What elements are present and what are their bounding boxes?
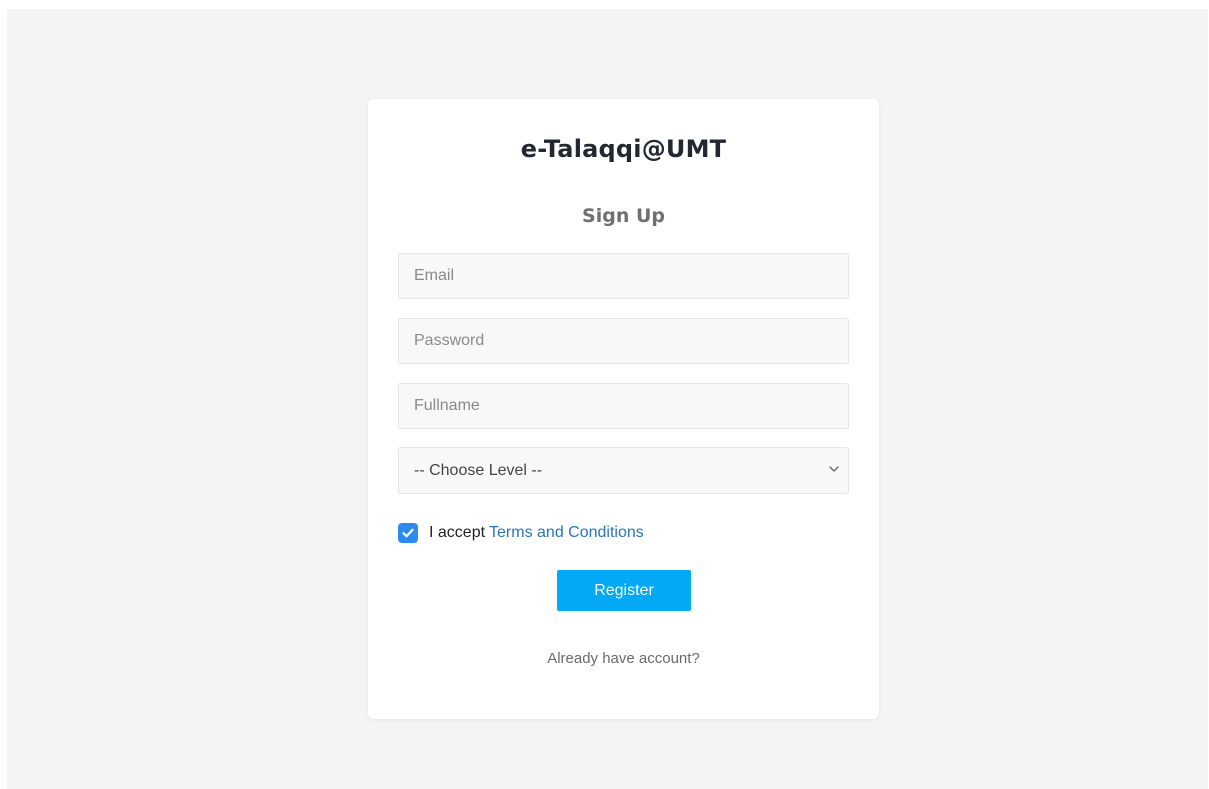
check-icon xyxy=(402,528,414,538)
password-input[interactable] xyxy=(398,318,849,364)
app-title: e-Talaqqi@UMT xyxy=(520,135,727,163)
form-heading: Sign Up xyxy=(582,205,665,227)
register-button[interactable]: Register xyxy=(557,570,691,611)
terms-checkbox[interactable] xyxy=(398,523,418,543)
terms-prefix: I accept xyxy=(429,524,486,541)
login-link[interactable]: Already have account? xyxy=(368,650,879,667)
page-background: e-Talaqqi@UMT Sign Up -- Choose Level --… xyxy=(7,9,1208,789)
chevron-down-icon xyxy=(829,466,839,472)
fullname-input[interactable] xyxy=(398,383,849,429)
email-input[interactable] xyxy=(398,253,849,299)
terms-link[interactable]: Terms and Conditions xyxy=(489,524,644,542)
terms-row: I accept Terms and Conditions xyxy=(398,521,644,545)
level-select[interactable]: -- Choose Level -- xyxy=(398,447,849,494)
level-select-value: -- Choose Level -- xyxy=(414,462,543,479)
signup-card: e-Talaqqi@UMT Sign Up -- Choose Level --… xyxy=(368,99,879,719)
